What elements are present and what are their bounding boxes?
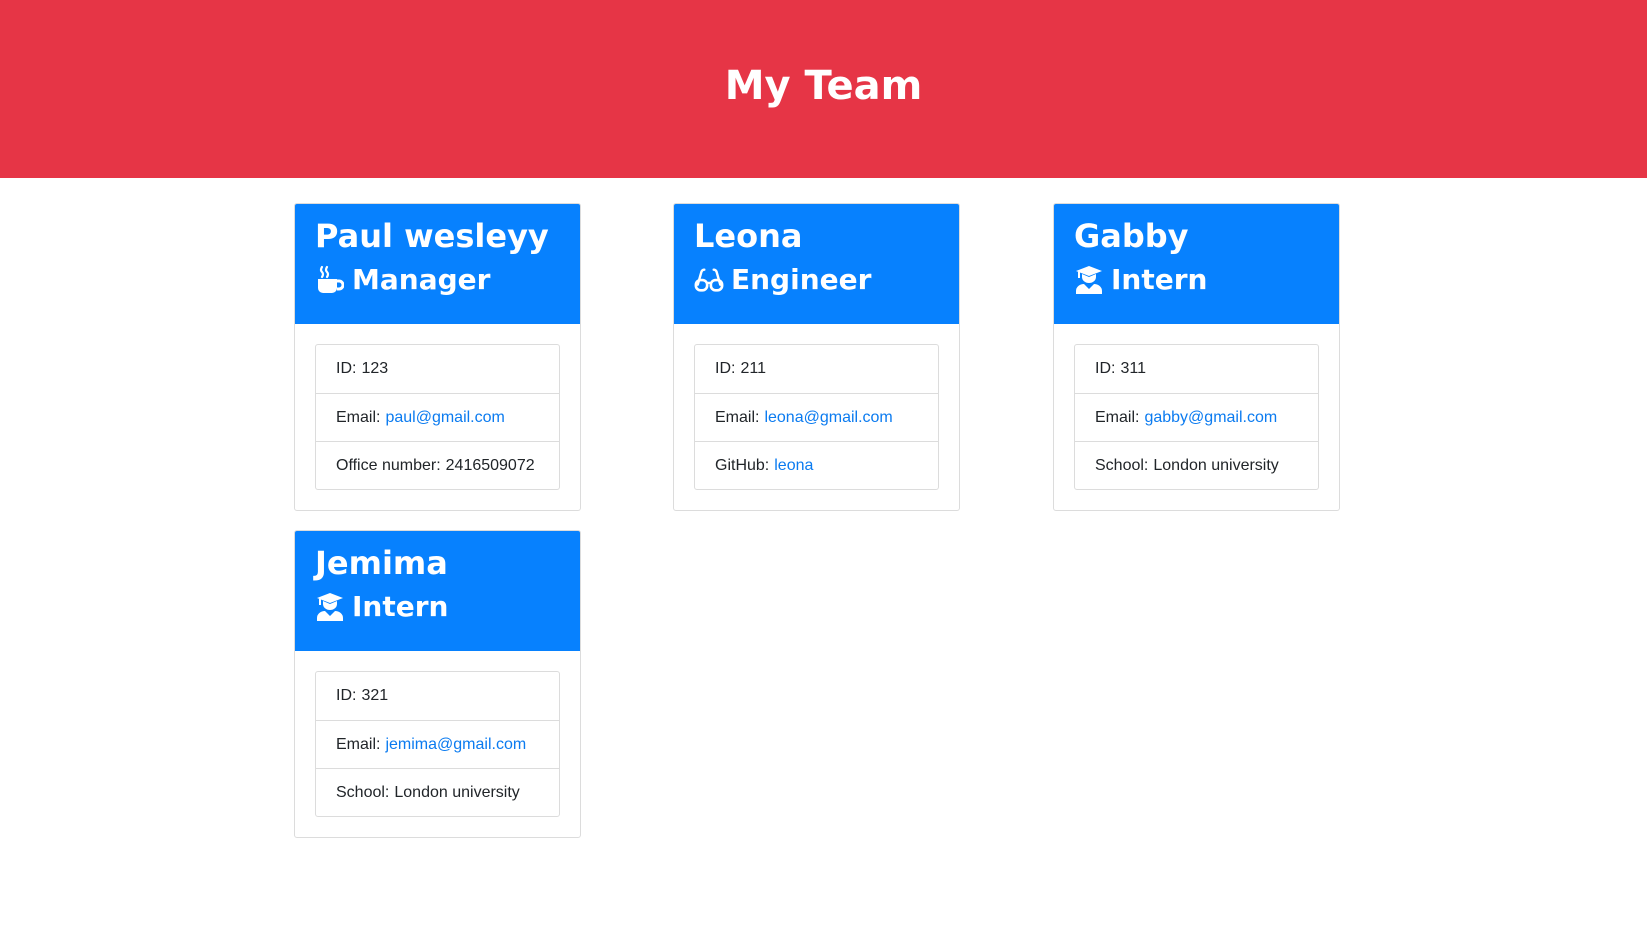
id-label: ID: [336,360,357,377]
employee-name: Paul wesleyy [315,217,549,255]
card-header: Leona Engineer [674,204,959,324]
role-label: Manager [352,263,491,296]
school-row: School: London university [316,768,559,816]
email-link[interactable]: leona@gmail.com [764,409,892,427]
graduate-user-icon [1074,265,1104,295]
info-list: ID: 321 Email: jemima@gmail.com School: … [315,671,560,817]
id-label: ID: [715,360,736,377]
card-body: ID: 123 Email: paul@gmail.com Office num… [295,324,580,510]
email-label: Email: [715,408,760,426]
employee-role: Engineer [694,263,959,297]
id-value: 123 [361,360,389,377]
role-label: Intern [352,590,449,623]
card-body: ID: 321 Email: jemima@gmail.com School: … [295,651,580,837]
employee-role: Intern [1074,263,1339,297]
employee-card-engineer: Leona Engineer ID: 211 Email: leona@gmai… [673,203,960,511]
school-value: London university [394,783,520,801]
id-value: 311 [1120,360,1146,377]
employee-card-intern: Jemima Intern ID: 321 Email: jemima@gmai… [294,530,581,838]
office-number-row: Office number: 2416509072 [316,441,559,489]
github-label: GitHub: [715,456,770,474]
info-list: ID: 123 Email: paul@gmail.com Office num… [315,344,560,490]
card-body: ID: 211 Email: leona@gmail.com GitHub: l… [674,324,959,510]
role-label: Engineer [731,263,872,296]
employee-role: Manager [315,263,580,297]
email-link[interactable]: gabby@gmail.com [1144,409,1277,427]
page-header: My Team [0,0,1647,178]
id-row: ID: 123 [316,345,559,393]
email-row: Email: paul@gmail.com [316,393,559,441]
id-value: 321 [361,687,389,704]
school-label: School: [336,783,390,801]
employee-role: Intern [315,590,580,624]
github-row: GitHub: leona [695,441,938,489]
graduate-user-icon [315,592,345,622]
glasses-icon [694,265,724,295]
card-body: ID: 311 Email: gabby@gmail.com School: L… [1054,324,1339,510]
email-row: Email: gabby@gmail.com [1075,393,1318,441]
id-row: ID: 311 [1075,345,1318,393]
employee-name: Jemima [315,544,448,582]
email-row: Email: jemima@gmail.com [316,720,559,768]
email-link[interactable]: paul@gmail.com [385,409,504,427]
school-row: School: London university [1075,441,1318,489]
page-title: My Team [724,63,923,109]
card-header: Gabby Intern [1054,204,1339,324]
github-link[interactable]: leona [774,457,813,475]
school-value: London university [1153,456,1279,474]
card-header: Jemima Intern [295,531,580,651]
role-label: Intern [1111,263,1208,296]
card-header: Paul wesleyy Manager [295,204,580,324]
id-row: ID: 211 [695,345,938,393]
id-row: ID: 321 [316,672,559,720]
employee-card-intern: Gabby Intern ID: 311 Email: gabby@gmail.… [1053,203,1340,511]
id-label: ID: [1095,360,1116,377]
email-label: Email: [336,408,381,426]
coffee-mug-icon [315,265,345,295]
email-row: Email: leona@gmail.com [695,393,938,441]
email-link[interactable]: jemima@gmail.com [385,736,526,754]
office-number-label: Office number: [336,456,441,474]
employee-card-manager: Paul wesleyy Manager ID: 123 Email: paul… [294,203,581,511]
employee-name: Gabby [1074,217,1189,255]
employee-name: Leona [694,217,803,255]
office-number-value: 2416509072 [445,456,535,474]
info-list: ID: 311 Email: gabby@gmail.com School: L… [1074,344,1319,490]
info-list: ID: 211 Email: leona@gmail.com GitHub: l… [694,344,939,490]
email-label: Email: [336,735,381,753]
id-label: ID: [336,687,357,704]
school-label: School: [1095,456,1149,474]
email-label: Email: [1095,408,1140,426]
id-value: 211 [740,360,766,377]
